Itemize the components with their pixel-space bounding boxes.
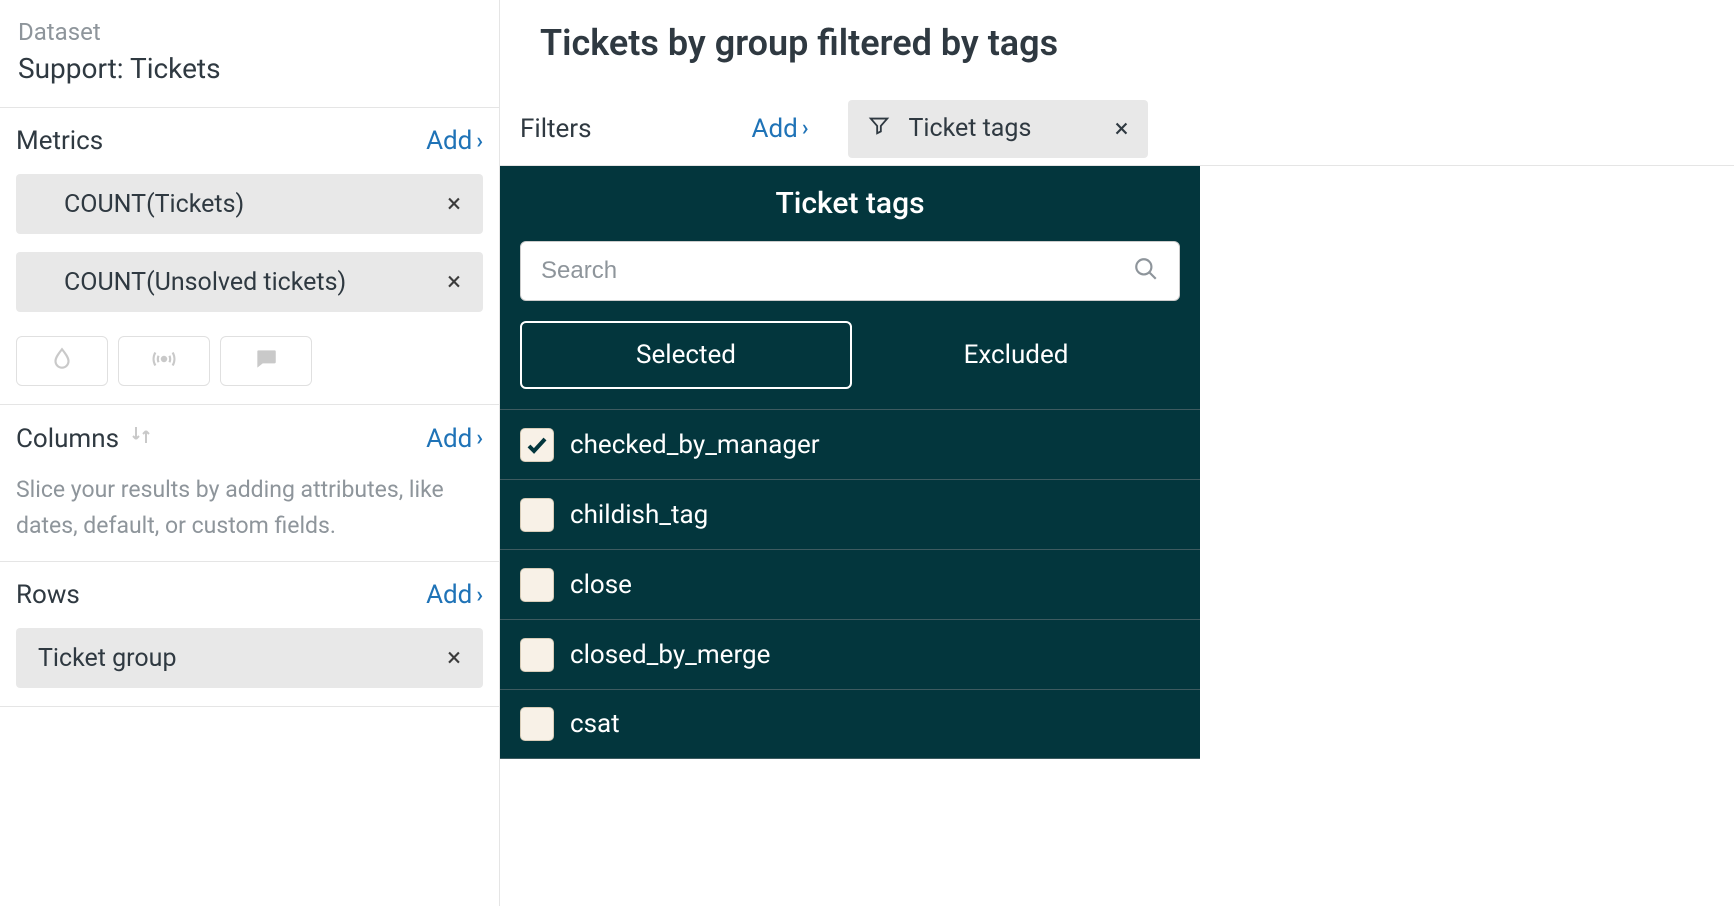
row-pill-ticket-group[interactable]: Ticket group ×	[16, 628, 483, 688]
checkbox[interactable]	[520, 638, 554, 672]
add-label: Add	[426, 424, 472, 454]
metrics-add-button[interactable]: Add ›	[426, 126, 483, 156]
ticket-tags-popover: Ticket tags Selected Excluded checked_by…	[500, 166, 1200, 759]
rows-section: Rows Add › Ticket group ×	[0, 562, 499, 707]
checkbox[interactable]	[520, 568, 554, 602]
checkbox[interactable]	[520, 498, 554, 532]
close-icon[interactable]: ×	[447, 267, 461, 297]
broadcast-icon-button[interactable]	[118, 336, 210, 386]
tag-label: csat	[570, 709, 620, 739]
broadcast-icon	[151, 346, 177, 376]
filter-chip-label: Ticket tags	[908, 114, 1031, 143]
tag-row[interactable]: closed_by_merge	[500, 619, 1200, 689]
tag-row[interactable]: checked_by_manager	[500, 409, 1200, 479]
columns-title-text: Columns	[16, 424, 119, 454]
columns-helper-text: Slice your results by adding attributes,…	[16, 472, 483, 543]
filter-icon	[868, 114, 890, 143]
columns-add-button[interactable]: Add ›	[426, 424, 483, 454]
metric-pill-label: COUNT(Tickets)	[64, 190, 244, 219]
swap-icon[interactable]	[129, 423, 153, 454]
search-box[interactable]	[520, 241, 1180, 301]
metric-pill-tickets[interactable]: COUNT(Tickets) ×	[16, 174, 483, 234]
title-bar: Tickets by group filtered by tags	[500, 0, 1734, 92]
chevron-right-icon: ›	[476, 129, 483, 154]
drop-icon-button[interactable]	[16, 336, 108, 386]
segmented-control: Selected Excluded	[520, 321, 1180, 389]
filters-add-button[interactable]: Add ›	[752, 114, 809, 144]
chevron-right-icon: ›	[476, 426, 483, 451]
search-icon	[1133, 256, 1159, 286]
filters-bar: Filters Add › Ticket tags ×	[500, 92, 1734, 166]
tag-label: childish_tag	[570, 500, 708, 530]
tab-excluded[interactable]: Excluded	[852, 321, 1180, 389]
close-icon[interactable]: ×	[447, 643, 461, 673]
tag-label: close	[570, 570, 632, 600]
comment-icon	[253, 346, 279, 376]
dataset-name: Support: Tickets	[18, 52, 481, 85]
drop-icon	[49, 346, 75, 376]
row-pill-label: Ticket group	[38, 644, 177, 673]
columns-section: Columns Add › Slice your results by addi…	[0, 405, 499, 562]
close-icon[interactable]: ×	[1115, 114, 1129, 144]
checkbox[interactable]	[520, 428, 554, 462]
tag-label: checked_by_manager	[570, 430, 820, 460]
tag-row[interactable]: close	[500, 549, 1200, 619]
comment-icon-button[interactable]	[220, 336, 312, 386]
tag-row[interactable]: csat	[500, 689, 1200, 759]
metric-pill-label: COUNT(Unsolved tickets)	[64, 268, 346, 297]
page-title: Tickets by group filtered by tags	[540, 22, 1686, 64]
close-icon[interactable]: ×	[447, 189, 461, 219]
tag-list: checked_by_manager childish_tagclose close…	[500, 409, 1200, 759]
rows-title: Rows	[16, 580, 80, 610]
checkbox[interactable]	[520, 707, 554, 741]
add-label: Add	[426, 126, 472, 156]
metrics-section: Metrics Add › COUNT(Tickets) × COUNT(Uns…	[0, 108, 499, 405]
metric-icon-row	[16, 336, 483, 386]
main-area: Tickets by group filtered by tags Filter…	[500, 0, 1734, 906]
tag-label: closed_by_merge	[570, 640, 770, 670]
dataset-header: Dataset Support: Tickets	[0, 0, 499, 108]
metrics-title: Metrics	[16, 126, 103, 156]
search-input[interactable]	[541, 257, 1133, 285]
filter-chip-ticket-tags[interactable]: Ticket tags ×	[848, 100, 1148, 158]
popover-title: Ticket tags	[500, 166, 1200, 241]
add-label: Add	[426, 580, 472, 610]
tab-selected[interactable]: Selected	[520, 321, 852, 389]
rows-add-button[interactable]: Add ›	[426, 580, 483, 610]
metric-pill-unsolved[interactable]: COUNT(Unsolved tickets) ×	[16, 252, 483, 312]
dataset-label: Dataset	[18, 18, 481, 46]
filters-label: Filters	[520, 114, 592, 144]
tag-row[interactable]: childish_tag	[500, 479, 1200, 549]
sidebar: Dataset Support: Tickets Metrics Add › C…	[0, 0, 500, 906]
columns-title: Columns	[16, 423, 153, 454]
chevron-right-icon: ›	[802, 116, 809, 141]
chevron-right-icon: ›	[476, 583, 483, 608]
add-label: Add	[752, 114, 798, 144]
